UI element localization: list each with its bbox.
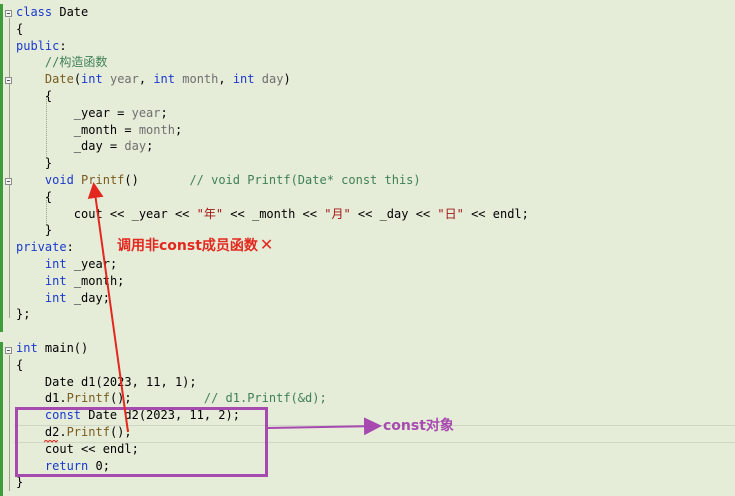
annotation-const-object: const对象 <box>383 418 454 434</box>
purple-arrow <box>267 417 382 436</box>
annotation-call-nonconst: 调用非const成员函数 ✕ <box>117 236 273 255</box>
red-arrow <box>87 182 129 433</box>
annotation-call-nonconst-text: 调用非const成员函数 <box>117 238 258 254</box>
cross-mark-icon: ✕ <box>259 235 274 254</box>
annotation-arrows <box>87 182 382 436</box>
